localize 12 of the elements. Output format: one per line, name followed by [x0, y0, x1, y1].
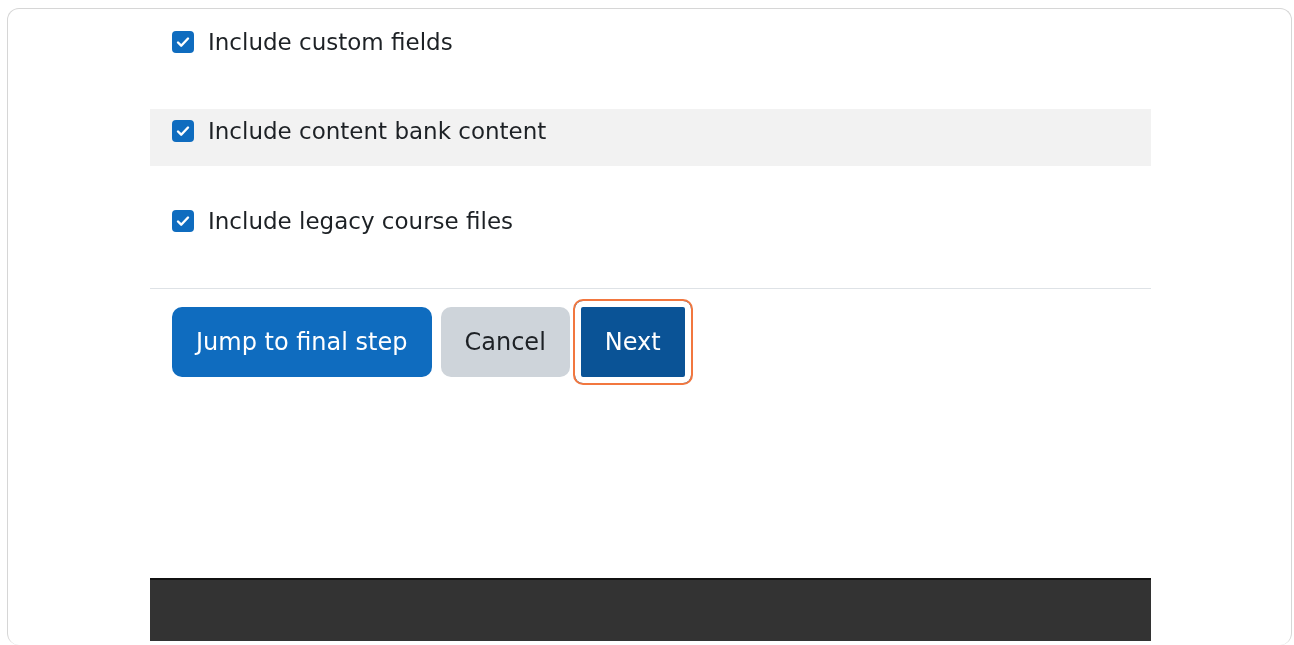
checkmark-icon: [175, 123, 191, 139]
checkbox-label: Include content bank content: [208, 119, 547, 143]
cancel-button[interactable]: Cancel: [440, 307, 570, 377]
checkbox-label: Include custom fields: [208, 30, 453, 54]
checkbox[interactable]: [172, 120, 194, 142]
action-button[interactable]: Next: [572, 299, 693, 385]
checkbox[interactable]: [172, 210, 194, 232]
action-button[interactable]: Jump to final step: [172, 307, 432, 377]
checkmark-icon: [175, 34, 191, 50]
checkbox[interactable]: [172, 31, 194, 53]
checkmark-icon: [175, 213, 191, 229]
checkbox-label: Include legacy course files: [208, 209, 514, 233]
